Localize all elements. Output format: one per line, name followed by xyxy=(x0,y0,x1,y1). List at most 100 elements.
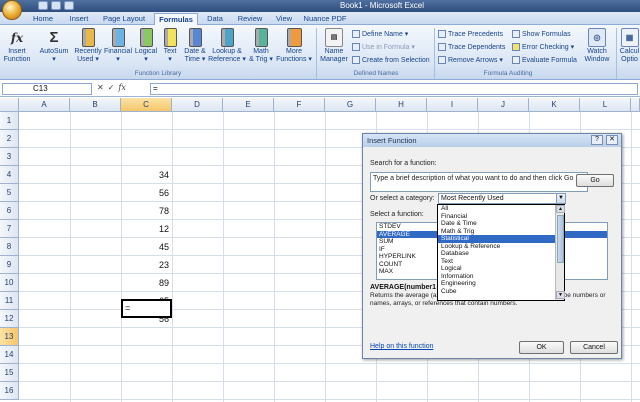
column-header-i[interactable]: I xyxy=(427,98,478,112)
calculation-options-button[interactable]: ▦ Calcul Optio xyxy=(619,28,640,64)
column-header-l[interactable]: L xyxy=(580,98,631,112)
column-header-k[interactable]: K xyxy=(529,98,580,112)
autosum-button[interactable]: Σ AutoSum ▾ xyxy=(36,28,72,64)
tab-formulas[interactable]: Formulas xyxy=(154,13,198,25)
name-manager-button[interactable]: ▤ Name Manager xyxy=(319,28,349,64)
dropdown-item-financial[interactable]: Financial xyxy=(438,213,564,221)
tab-home[interactable]: Home xyxy=(26,13,60,25)
cell-c8[interactable]: 45 xyxy=(121,238,172,256)
row-header-7[interactable]: 7 xyxy=(0,220,19,238)
dropdown-item-database[interactable]: Database xyxy=(438,250,564,258)
text-functions-button[interactable]: Text ▾ xyxy=(159,28,181,64)
help-icon[interactable]: ? xyxy=(591,135,603,145)
remove-arrows-button[interactable]: Remove Arrows ▾ xyxy=(438,56,503,64)
math-trig-button[interactable]: Math & Trig ▾ xyxy=(246,28,276,64)
ok-button[interactable]: OK xyxy=(519,341,564,354)
save-icon[interactable] xyxy=(38,1,48,10)
name-box[interactable]: C13 xyxy=(2,83,92,95)
more-functions-button[interactable]: More Functions ▾ xyxy=(276,28,312,64)
date-time-button[interactable]: Date & Time ▾ xyxy=(181,28,209,64)
row-header-11[interactable]: 11 xyxy=(0,292,19,310)
row-header-12[interactable]: 12 xyxy=(0,310,19,328)
column-header-f[interactable]: F xyxy=(274,98,325,112)
cancel-icon[interactable]: ✕ xyxy=(97,83,104,95)
active-cell-c13[interactable]: = xyxy=(121,299,172,318)
undo-icon[interactable] xyxy=(51,1,61,10)
scroll-up-icon[interactable]: ▲ xyxy=(556,205,565,213)
show-formulas-button[interactable]: Show Formulas xyxy=(512,30,571,38)
row-header-8[interactable]: 8 xyxy=(0,238,19,256)
tab-view[interactable]: View xyxy=(272,13,296,25)
formula-input[interactable]: = xyxy=(150,83,638,95)
evaluate-formula-button[interactable]: Evaluate Formula xyxy=(512,56,577,64)
column-header-j[interactable]: J xyxy=(478,98,529,112)
row-header-14[interactable]: 14 xyxy=(0,346,19,364)
category-dropdown-list[interactable]: All Financial Date & Time Math & Trig St… xyxy=(437,204,565,301)
insert-function-button[interactable]: fx Insert Function xyxy=(2,28,32,64)
column-header-e[interactable]: E xyxy=(223,98,274,112)
redo-icon[interactable] xyxy=(64,1,74,10)
logical-button[interactable]: Logical ▾ xyxy=(132,28,160,64)
scroll-down-icon[interactable]: ▼ xyxy=(556,291,565,299)
fx-icon[interactable]: fx xyxy=(118,83,125,95)
lookup-reference-button[interactable]: Lookup & Reference ▾ xyxy=(208,28,246,64)
column-header-b[interactable]: B xyxy=(70,98,121,112)
dropdown-item-statistical[interactable]: Statistical xyxy=(438,235,564,243)
column-header-c[interactable]: C xyxy=(121,98,172,112)
column-header-g[interactable]: G xyxy=(325,98,376,112)
help-link[interactable]: Help on this function xyxy=(370,343,433,350)
cell-c9[interactable]: 23 xyxy=(121,256,172,274)
dropdown-item-information[interactable]: Information xyxy=(438,273,564,281)
dropdown-item-logical[interactable]: Logical xyxy=(438,265,564,273)
tab-page-layout[interactable]: Page Layout xyxy=(100,13,148,25)
dropdown-item-date-time[interactable]: Date & Time xyxy=(438,220,564,228)
row-header-1[interactable]: 1 xyxy=(0,112,19,130)
row-header-13[interactable]: 13 xyxy=(0,328,19,346)
cell-c10[interactable]: 89 xyxy=(121,274,172,292)
row-header-10[interactable]: 10 xyxy=(0,274,19,292)
dropdown-item-all[interactable]: All xyxy=(438,205,564,213)
create-from-selection-button[interactable]: Create from Selection xyxy=(352,56,430,64)
category-select[interactable]: Most Recently Used xyxy=(438,193,566,204)
row-header-9[interactable]: 9 xyxy=(0,256,19,274)
search-function-input[interactable]: Type a brief description of what you wan… xyxy=(370,172,588,192)
recently-used-button[interactable]: Recently Used ▾ xyxy=(72,28,104,64)
cell-c6[interactable]: 78 xyxy=(121,202,172,220)
go-button[interactable]: Go xyxy=(576,174,614,187)
trace-dependents-button[interactable]: Trace Dependents xyxy=(438,43,505,51)
column-header-h[interactable]: H xyxy=(376,98,427,112)
cell-c5[interactable]: 56 xyxy=(121,184,172,202)
tab-nuance-pdf[interactable]: Nuance PDF xyxy=(302,13,348,25)
tab-review[interactable]: Review xyxy=(234,13,266,25)
cell-c4[interactable]: 34 xyxy=(121,166,172,184)
trace-precedents-button[interactable]: Trace Precedents xyxy=(438,30,503,38)
dropdown-item-text[interactable]: Text xyxy=(438,258,564,266)
dropdown-scrollbar[interactable]: ▲ ▼ xyxy=(555,205,565,300)
tab-data[interactable]: Data xyxy=(204,13,226,25)
dropdown-item-cube[interactable]: Cube xyxy=(438,288,564,296)
use-in-formula-button[interactable]: Use in Formula ▾ xyxy=(352,43,415,51)
close-icon[interactable]: ✕ xyxy=(606,135,618,145)
column-header-a[interactable]: A xyxy=(19,98,70,112)
cancel-button[interactable]: Cancel xyxy=(570,341,618,354)
column-header-m[interactable] xyxy=(631,98,640,112)
column-header-d[interactable]: D xyxy=(172,98,223,112)
row-header-3[interactable]: 3 xyxy=(0,148,19,166)
cell-c7[interactable]: 12 xyxy=(121,220,172,238)
row-header-5[interactable]: 5 xyxy=(0,184,19,202)
row-header-4[interactable]: 4 xyxy=(0,166,19,184)
dropdown-item-math-trig[interactable]: Math & Trig xyxy=(438,228,564,236)
watch-window-button[interactable]: ◎ Watch Window xyxy=(582,28,612,64)
define-name-button[interactable]: Define Name ▾ xyxy=(352,30,408,38)
error-checking-button[interactable]: Error Checking ▾ xyxy=(512,43,574,51)
row-header-16[interactable]: 16 xyxy=(0,382,19,400)
tab-insert[interactable]: Insert xyxy=(64,13,94,25)
row-header-2[interactable]: 2 xyxy=(0,130,19,148)
row-header-6[interactable]: 6 xyxy=(0,202,19,220)
chevron-down-icon[interactable]: ▼ xyxy=(556,193,566,204)
select-all-corner[interactable] xyxy=(0,98,19,112)
financial-button[interactable]: Financial ▾ xyxy=(103,28,133,64)
dropdown-item-engineering[interactable]: Engineering xyxy=(438,280,564,288)
row-header-15[interactable]: 15 xyxy=(0,364,19,382)
scroll-thumb[interactable] xyxy=(557,215,564,263)
